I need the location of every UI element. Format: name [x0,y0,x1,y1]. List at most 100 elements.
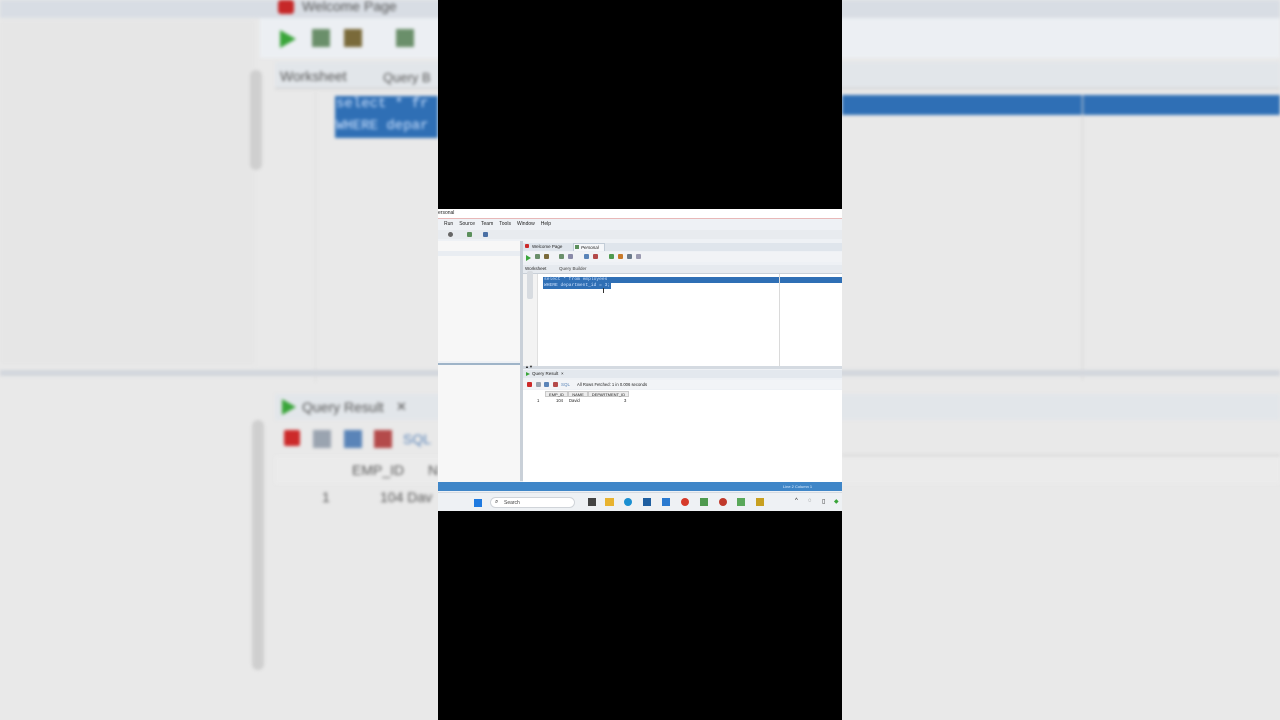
bg-left-panel [0,20,255,365]
taskbar: ⌕ Search ^ ◌ ▯ ◆ [438,492,842,511]
network-app-icon[interactable] [756,498,764,506]
print-icon[interactable] [536,382,541,387]
app-icon[interactable] [700,498,708,506]
rollback-icon[interactable] [593,254,598,259]
title-bar: ersonal [438,209,842,219]
autotrace-icon[interactable] [544,254,549,259]
menu-team[interactable]: Team [481,221,493,227]
taskbar-search[interactable]: ⌕ Search [490,497,575,508]
sql-label[interactable]: SQL [561,382,570,387]
store-icon[interactable] [643,498,651,506]
bg-tab-welcome: Welcome Page [302,0,397,14]
cell-name[interactable]: David [569,398,580,403]
cell-emp-id[interactable]: 104 [556,398,563,403]
menu-window[interactable]: Window [517,221,535,227]
chevron-up-icon[interactable]: ^ [795,498,798,504]
cell-department-id[interactable]: 3 [624,398,626,403]
bg-code-line-1: select * fr [336,96,429,112]
letterbox-top [438,0,842,209]
code-line-2: WHERE department_id = 3; [543,283,612,289]
bg-selection-band [842,95,1280,115]
result-grid: EMP_ID NAME DEPARTMENT_ID 1 104 David 3 [523,390,842,482]
menu-bar: Run Source Team Tools Window Help [444,221,557,228]
wifi-icon[interactable]: ◌ [808,498,812,504]
run-script-icon[interactable] [535,254,540,259]
menu-source[interactable]: Source [459,221,475,227]
worksheet-subtabs: Worksheet Query Builder [523,265,842,274]
dba-icon[interactable] [483,232,488,237]
gear-icon[interactable] [448,232,453,237]
splitter-arrows-icon[interactable]: ▲▼ [525,364,533,369]
bg-result-icon [282,399,296,415]
bg-oracle-icon [278,0,294,14]
worksheet-toolbar [523,252,842,262]
connections-toolbar [438,251,520,256]
pin-icon[interactable] [527,382,532,387]
edge-icon[interactable] [624,498,632,506]
row-number: 1 [537,398,540,403]
windows-start-icon[interactable] [474,499,482,507]
tab-welcome-page[interactable]: Welcome Page [532,244,562,249]
unshared-sql-icon[interactable] [609,254,614,259]
bg-toolbar-icon [344,29,362,47]
bg-result-tool-icon [374,430,392,448]
migrate-icon[interactable] [467,232,472,237]
menu-help[interactable]: Help [541,221,551,227]
oracle-taskbar-icon[interactable] [719,498,727,506]
sqldeveloper-window: ersonal Run Source Team Tools Window Help Wel… [438,209,842,511]
format-icon[interactable] [636,254,641,259]
commit-icon[interactable] [584,254,589,259]
bg-run-icon [280,30,296,48]
bg-close-icon: ✕ [396,399,407,414]
fetch-status: All Rows Fetched: 1 in 0.006 seconds [577,382,648,387]
result-toolbar: SQL All Rows Fetched: 1 in 0.006 seconds [523,380,842,389]
sql-tuning-icon[interactable] [568,254,573,259]
query-result-tab[interactable]: Query Result [532,371,558,376]
tab-personal-label: Personal [581,245,599,250]
menu-run[interactable]: Run [444,221,453,227]
cancel-icon[interactable] [553,382,558,387]
bg-toolbar-icon [312,29,330,47]
connections-panel [438,241,521,361]
bg-toolbar-icon [396,29,414,47]
query-result-icon [526,372,530,376]
task-view-icon[interactable] [588,498,596,506]
explain-plan-icon[interactable] [559,254,564,259]
col-header-name[interactable]: NAME [568,391,588,397]
status-bar: Line 2 Column 1 [438,482,842,491]
tab-personal[interactable]: Personal [573,243,605,251]
sql-developer-icon[interactable] [737,498,745,506]
bg-code-line-2: WHERE depar [336,118,429,134]
reports-panel [438,363,520,483]
table-row[interactable]: 1 104 David 3 [523,398,842,404]
battery-icon[interactable]: ▯ [822,498,825,505]
tab-query-builder[interactable]: Query Builder [559,266,587,271]
bg-result-scrollbar [252,420,264,670]
editor-scroll-handle[interactable] [527,271,533,299]
cursor-position: Line 2 Column 1 [783,484,813,489]
file-explorer-icon[interactable] [605,498,614,506]
editor-result-splitter[interactable]: ▲▼ [523,364,842,369]
refresh-icon[interactable] [544,382,549,387]
mail-icon[interactable] [662,498,670,506]
col-header-department-id[interactable]: DEPARTMENT_ID [588,391,629,397]
bg-margin-line [1082,95,1083,380]
chrome-icon[interactable] [681,498,689,506]
worksheet-icon [575,245,579,249]
col-header-emp-id[interactable]: EMP_ID [545,391,568,397]
letterbox-bottom [438,511,842,720]
run-statement-icon[interactable] [526,255,531,261]
bg-result-title: Query Result [302,399,384,415]
signal-icon[interactable]: ◆ [834,498,839,505]
bg-row-value: 104 Dav [380,489,433,505]
history-icon[interactable] [627,254,632,259]
bg-result-tool-icon [344,430,362,448]
close-icon[interactable]: × [561,371,564,376]
clear-icon[interactable] [618,254,623,259]
bg-col-name: N [428,462,439,478]
bg-row-num: 1 [322,489,330,505]
menu-tools[interactable]: Tools [499,221,511,227]
bg-pin-icon [284,430,300,446]
bg-result-tool-icon [313,430,331,448]
oracle-icon [525,244,529,248]
